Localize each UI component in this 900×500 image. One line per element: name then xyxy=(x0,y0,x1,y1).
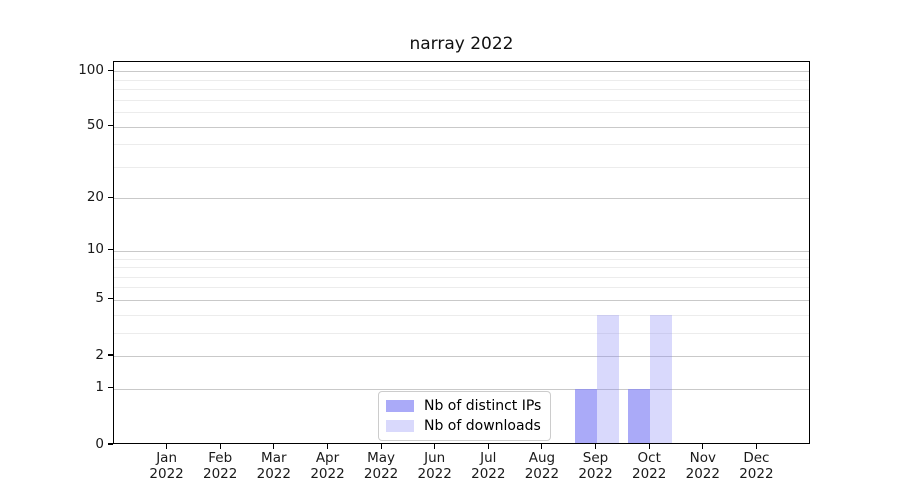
y-tick-mark xyxy=(108,196,113,198)
minor-gridline xyxy=(114,267,809,268)
major-gridline xyxy=(114,356,809,357)
legend-label-downloads: Nb of downloads xyxy=(424,417,541,434)
y-tick-mark xyxy=(108,249,113,251)
x-tick-mark xyxy=(434,444,436,449)
bar-downloads xyxy=(650,314,673,443)
x-tick-mark xyxy=(380,444,382,449)
minor-gridline xyxy=(114,144,809,146)
y-tick-label: 1 xyxy=(95,379,104,396)
bar-distinct-ips xyxy=(574,388,597,443)
minor-gridline xyxy=(114,99,809,101)
legend: Nb of distinct IPs Nb of downloads xyxy=(378,391,552,441)
major-gridline xyxy=(114,126,809,128)
minor-gridline xyxy=(114,111,809,113)
minor-gridline xyxy=(114,314,809,316)
x-tick-mark xyxy=(541,444,543,449)
y-tick-label: 100 xyxy=(78,61,104,78)
major-gridline xyxy=(114,388,809,390)
legend-label-distinct-ips: Nb of distinct IPs xyxy=(424,397,542,414)
legend-swatch-downloads xyxy=(386,419,414,432)
y-tick-label: 0 xyxy=(95,435,104,452)
y-tick-label: 2 xyxy=(95,346,104,363)
legend-item-distinct-ips: Nb of distinct IPs xyxy=(386,397,541,414)
plot-area xyxy=(113,61,810,444)
y-tick-mark xyxy=(108,443,113,445)
x-tick-mark xyxy=(326,444,329,449)
y-tick-mark xyxy=(108,69,113,71)
legend-item-downloads: Nb of downloads xyxy=(386,417,541,434)
minor-gridline xyxy=(114,89,809,90)
minor-gridline xyxy=(114,332,809,334)
bar-distinct-ips xyxy=(628,388,651,443)
x-tick-label: Dec 2022 xyxy=(739,450,774,482)
x-tick-mark xyxy=(487,444,489,449)
x-tick-mark xyxy=(648,444,650,449)
minor-gridline xyxy=(114,287,809,289)
y-tick-label: 10 xyxy=(86,241,104,258)
x-tick-mark xyxy=(702,444,704,449)
y-tick-mark xyxy=(108,124,113,127)
major-gridline xyxy=(114,250,809,252)
y-tick-label: 20 xyxy=(86,188,104,205)
major-gridline xyxy=(114,198,809,200)
bar-downloads xyxy=(596,314,619,443)
minor-gridline xyxy=(114,166,809,168)
x-tick-mark xyxy=(219,444,221,449)
chart-figure: narray 2022 0 1 2 5 10 20 50 100 Jan 2022 Feb 202… xyxy=(0,0,900,500)
y-tick-label: 5 xyxy=(95,290,104,307)
minor-gridline xyxy=(114,258,809,260)
x-tick-mark xyxy=(166,444,168,449)
y-tick-mark xyxy=(108,298,113,300)
x-tick-mark xyxy=(273,444,275,449)
x-tick-mark xyxy=(755,444,757,449)
minor-gridline xyxy=(114,276,809,278)
chart-title: narray 2022 xyxy=(409,34,514,54)
legend-swatch-distinct-ips xyxy=(386,399,414,412)
y-tick-label: 50 xyxy=(86,117,104,133)
y-tick-mark xyxy=(108,354,113,356)
x-tick-mark xyxy=(594,444,597,449)
major-gridline xyxy=(114,299,809,301)
y-tick-mark xyxy=(108,387,113,389)
major-gridline xyxy=(114,71,809,73)
minor-gridline xyxy=(114,79,809,81)
